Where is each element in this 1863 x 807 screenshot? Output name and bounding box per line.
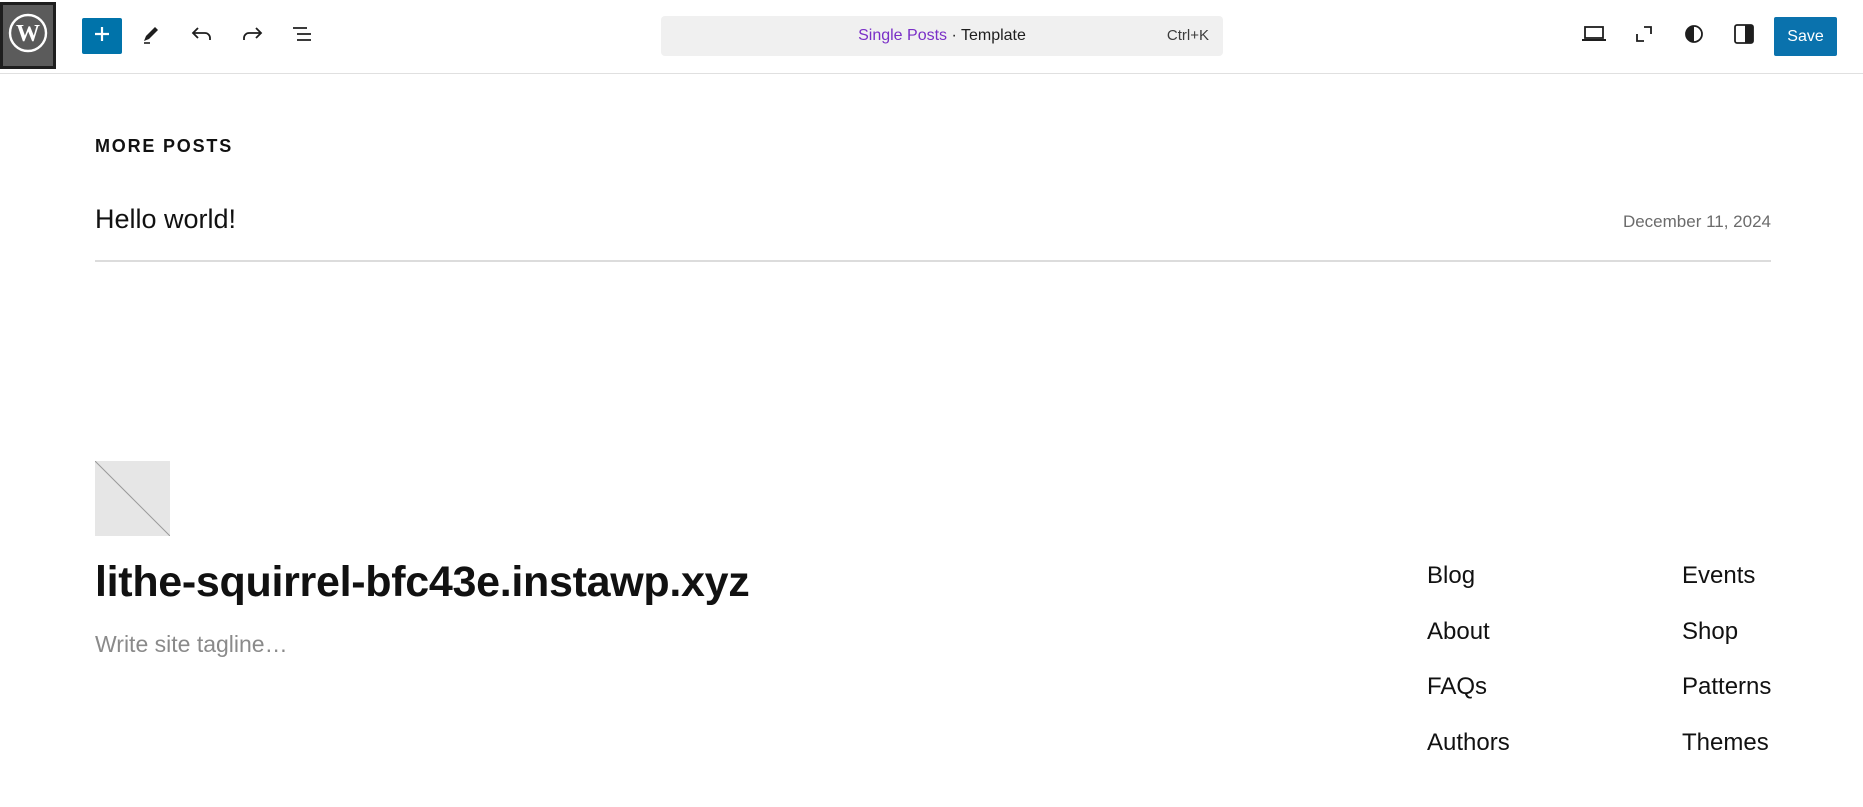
- sidebar-toggle-icon: [1733, 23, 1755, 50]
- editor-toolbar: W Single Posts · Template Ctrl+K Save: [0, 0, 1863, 74]
- post-date: December 11, 2024: [1622, 212, 1771, 231]
- command-palette-bar[interactable]: Single Posts · Template Ctrl+K: [661, 16, 1223, 56]
- footer-link-events[interactable]: Events: [1682, 562, 1755, 590]
- list-view-icon: [291, 24, 315, 49]
- undo-button[interactable]: [182, 18, 222, 54]
- more-posts-heading: MORE POSTS: [95, 136, 234, 156]
- zoom-out-button[interactable]: [1624, 18, 1664, 54]
- redo-icon: [240, 23, 264, 50]
- plus-icon: [92, 24, 112, 49]
- save-button[interactable]: Save: [1774, 17, 1837, 56]
- add-block-button[interactable]: [82, 18, 122, 54]
- desktop-view-icon: [1581, 24, 1607, 49]
- site-logo-placeholder[interactable]: [95, 461, 170, 536]
- list-view-button[interactable]: [283, 18, 323, 54]
- wordpress-logo-button[interactable]: W: [0, 2, 56, 69]
- footer-link-about[interactable]: About: [1427, 618, 1490, 646]
- pencil-icon: [140, 23, 162, 50]
- settings-sidebar-button[interactable]: [1724, 18, 1764, 54]
- footer-link-faqs[interactable]: FAQs: [1427, 673, 1487, 701]
- keyboard-shortcut-hint: Ctrl+K: [1166, 27, 1209, 44]
- redo-button[interactable]: [232, 18, 272, 54]
- list-item: Hello world! December 11, 2024: [95, 200, 1771, 262]
- site-tagline-input[interactable]: Write site tagline…: [95, 631, 288, 658]
- post-title-link[interactable]: Hello world!: [95, 204, 236, 235]
- footer-link-patterns[interactable]: Patterns: [1682, 673, 1771, 701]
- svg-text:W: W: [16, 21, 40, 47]
- undo-icon: [190, 23, 214, 50]
- template-title: Single Posts · Template: [858, 27, 1026, 44]
- footer-link-authors[interactable]: Authors: [1427, 729, 1510, 757]
- styles-contrast-icon: [1683, 23, 1705, 50]
- wordpress-icon: W: [8, 13, 48, 58]
- fullscreen-icon: [1633, 23, 1655, 50]
- styles-button[interactable]: [1674, 18, 1714, 54]
- footer-link-blog[interactable]: Blog: [1427, 562, 1475, 590]
- device-preview-button[interactable]: [1574, 18, 1614, 54]
- tools-button[interactable]: [131, 18, 171, 54]
- site-title[interactable]: lithe-squirrel-bfc43e.instawp.xyz: [95, 558, 750, 607]
- footer-link-shop[interactable]: Shop: [1682, 618, 1738, 646]
- footer-link-themes[interactable]: Themes: [1682, 729, 1769, 757]
